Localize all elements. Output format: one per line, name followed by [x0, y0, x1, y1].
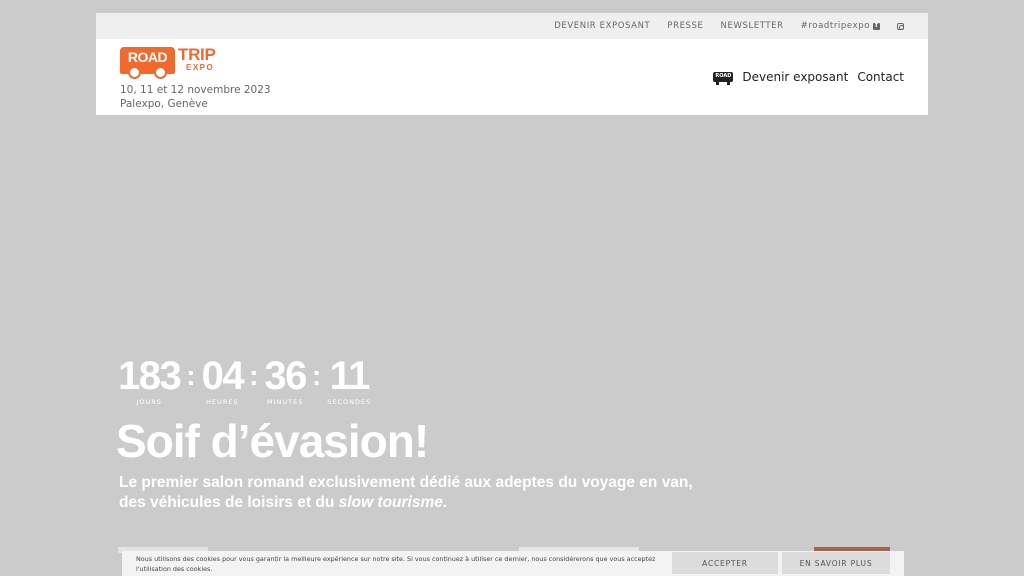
event-venue: Palexpo, Genève	[120, 98, 208, 110]
cookie-learn-more-button[interactable]: EN SAVOIR PLUS	[782, 552, 890, 574]
nav-link-contact[interactable]: Contact	[857, 70, 904, 84]
topbar-link-press[interactable]: PRESSE	[667, 21, 703, 31]
bus-icon: ROAD	[713, 72, 734, 85]
logo-road-bus: ROAD	[120, 47, 175, 79]
instagram-icon[interactable]	[897, 22, 904, 30]
road-trip-expo-logo[interactable]: ROAD TRIP EXPO	[120, 45, 216, 79]
countdown-seconds-label: SECONDES	[327, 398, 372, 406]
topbar-link-exhibitor[interactable]: DEVENIR EXPOSANT	[554, 21, 650, 31]
countdown-minutes-value: 36	[264, 354, 307, 398]
countdown-timer: 183 JOURS : 04 HEURES : 36 MINUTES : 11 …	[118, 356, 371, 406]
countdown-hours-label: HEURES	[206, 398, 239, 406]
cookie-message: Nous utilisons des cookies pour vous gar…	[136, 554, 656, 573]
facebook-icon[interactable]	[873, 21, 880, 30]
topbar-link-newsletter[interactable]: NEWSLETTER	[721, 21, 784, 31]
countdown-days-label: JOURS	[136, 398, 162, 406]
hashtag-text: #roadtripexpo	[800, 21, 870, 31]
event-dates: 10, 11 et 12 novembre 2023	[120, 84, 271, 96]
countdown-hours: 04 HEURES	[201, 354, 245, 406]
logo-expo-text: EXPO	[186, 63, 215, 72]
countdown-hours-value: 04	[201, 354, 245, 398]
countdown-separator: :	[249, 360, 259, 391]
cookie-consent-bar: Nous utilisons des cookies pour vous gar…	[122, 551, 904, 576]
countdown-days-value: 183	[118, 354, 182, 398]
hero-subtitle-emphasis: slow tourisme	[338, 494, 443, 511]
main-nav: ROAD Devenir exposant Contact	[713, 70, 904, 85]
hero-subtitle-end: .	[442, 494, 448, 511]
nav-link-exhibitor[interactable]: Devenir exposant	[742, 70, 848, 84]
hashtag-link[interactable]: #roadtripexpo	[801, 21, 880, 31]
countdown-seconds-value: 11	[329, 354, 371, 398]
event-info: 10, 11 et 12 novembre 2023 Palexpo, Genè…	[120, 83, 271, 111]
hero-headline: Soif d’évasion!	[116, 415, 429, 467]
cookie-accept-button[interactable]: ACCEPTER	[672, 552, 778, 574]
site-header: ROAD TRIP EXPO 10, 11 et 12 novembre 202…	[96, 39, 928, 115]
logo-trip-text: TRIP	[178, 45, 216, 64]
countdown-minutes: 36 MINUTES	[264, 354, 307, 406]
countdown-minutes-label: MINUTES	[266, 398, 304, 406]
countdown-separator: :	[311, 360, 322, 391]
utility-bar: DEVENIR EXPOSANT PRESSE NEWSLETTER #road…	[96, 13, 928, 39]
countdown-separator: :	[186, 360, 196, 391]
countdown-days: 183 JOURS	[118, 354, 182, 406]
hero-subtitle: Le premier salon romand exclusivement dé…	[119, 473, 699, 513]
countdown-seconds: 11 SECONDES	[327, 356, 371, 406]
